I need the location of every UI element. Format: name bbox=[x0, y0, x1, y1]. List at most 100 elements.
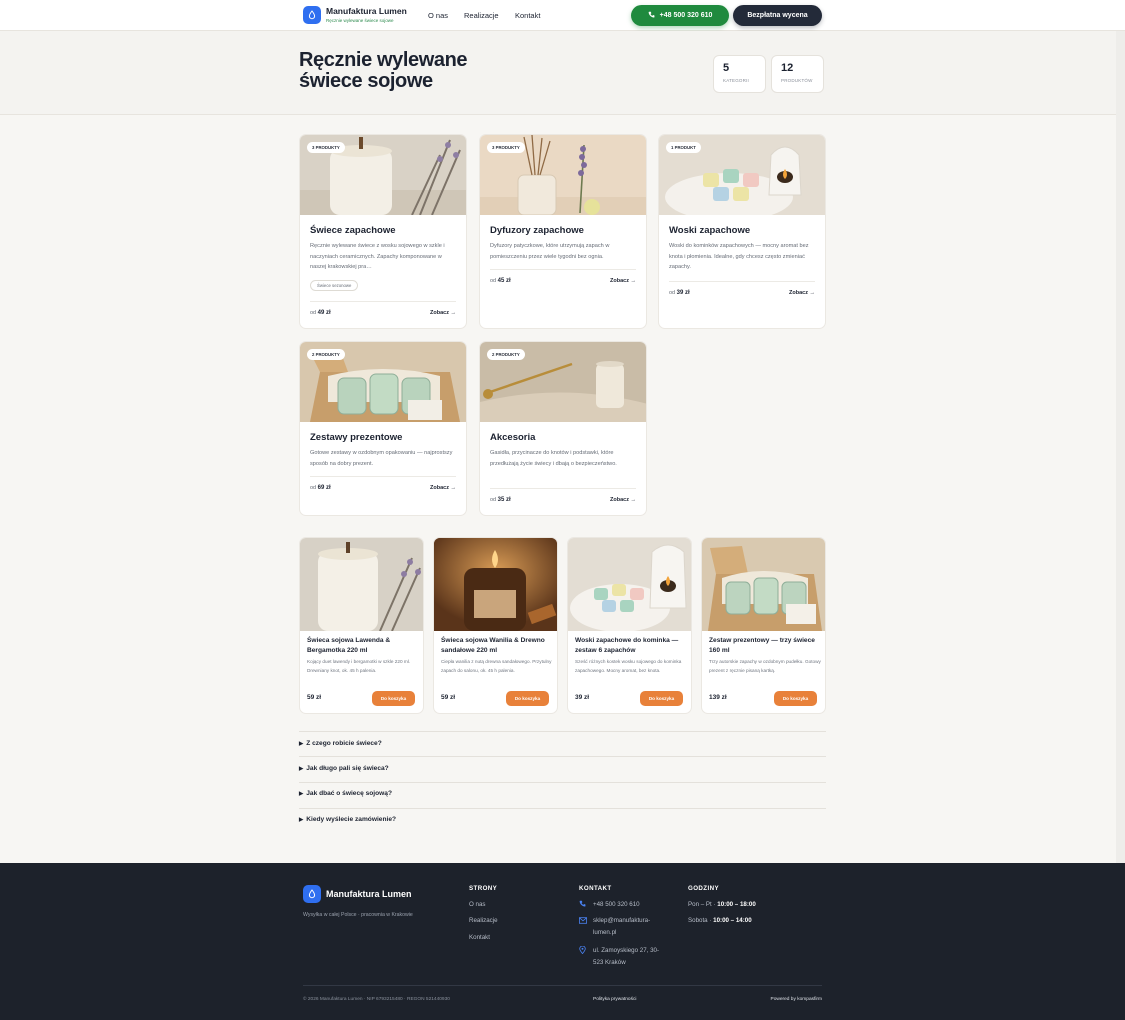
category-card-swiece-zapachowe[interactable]: 3 PRODUKTY Świece zapachowe Ręcznie wyle… bbox=[299, 134, 467, 329]
stat-label: KATEGORII bbox=[723, 78, 749, 83]
see-category-link[interactable]: Zobacz → bbox=[789, 290, 815, 296]
free-quote-button[interactable]: Bezpłatna wycena bbox=[733, 5, 822, 26]
category-price: od 45 zł bbox=[490, 278, 511, 284]
see-category-link[interactable]: Zobacz → bbox=[610, 497, 636, 503]
logo-icon[interactable] bbox=[303, 6, 321, 24]
stat-products: 12 PRODUKTÓW bbox=[771, 55, 824, 93]
phone-icon bbox=[579, 900, 586, 909]
nav-link-kontakt[interactable]: Kontakt bbox=[515, 11, 540, 20]
product-title[interactable]: Świeca sojowa Lawenda & Bergamotka 220 m… bbox=[307, 636, 419, 655]
phone-button[interactable]: +48 500 320 610 bbox=[631, 5, 729, 26]
product-price: 59 zł bbox=[307, 694, 322, 701]
see-category-link[interactable]: Zobacz → bbox=[610, 278, 636, 284]
price-value: 69 zł bbox=[317, 485, 331, 491]
page-title: Ręcznie wylewane świece sojowe bbox=[299, 49, 468, 92]
card-divider bbox=[310, 476, 456, 477]
brand-name[interactable]: Manufaktura Lumen bbox=[326, 6, 407, 16]
product-count-badge: 3 PRODUKTY bbox=[307, 142, 345, 153]
footer-heading-hours: GODZINY bbox=[688, 885, 719, 892]
card-divider bbox=[490, 488, 636, 489]
faq-question[interactable]: ▶ Jak długo pali się świeca? bbox=[299, 765, 389, 772]
faq-question-label: Jak długo pali się świeca? bbox=[306, 765, 389, 772]
faq-divider bbox=[299, 808, 826, 809]
see-category-link[interactable]: Zobacz → bbox=[430, 485, 456, 491]
brand-tagline: Ręcznie wylewane świece sojowe bbox=[326, 18, 394, 23]
category-card-akcesoria[interactable]: 2 PRODUKTY Akcesoria Gasidła, przycinacz… bbox=[479, 341, 647, 516]
hours-time: 10:00 – 14:00 bbox=[713, 917, 752, 924]
hours-days: Sobota · bbox=[688, 917, 712, 924]
caret-right-icon: ▶ bbox=[299, 817, 304, 823]
category-title: Woski zapachowe bbox=[669, 225, 751, 236]
product-price: 59 zł bbox=[441, 694, 456, 701]
category-title: Świece zapachowe bbox=[310, 225, 396, 236]
hours-time: 10:00 – 18:00 bbox=[717, 901, 756, 908]
product-title[interactable]: Świeca sojowa Wanilia & Drewno sandałowe… bbox=[441, 636, 553, 655]
footer-phone[interactable]: +48 500 320 610 bbox=[593, 901, 640, 908]
stat-value: 5 bbox=[723, 62, 730, 74]
subcategory-chip[interactable]: Świece sezonowe bbox=[310, 280, 359, 291]
add-to-cart-button[interactable]: Do koszyka bbox=[372, 691, 415, 706]
caret-right-icon: ▶ bbox=[299, 766, 304, 772]
footer-hours-saturday: Sobota · 10:00 – 14:00 bbox=[688, 917, 752, 924]
product-card[interactable]: Woski zapachowe do kominka — zestaw 6 za… bbox=[567, 537, 692, 714]
faq-question-label: Z czego robicie świece? bbox=[306, 740, 382, 747]
see-category-link[interactable]: Zobacz → bbox=[430, 310, 456, 316]
category-card-dyfuzory[interactable]: 3 PRODUKTY Dyfuzory zapachowe Dyfuzory p… bbox=[479, 134, 647, 329]
footer-link-realizacje[interactable]: Realizacje bbox=[469, 917, 498, 924]
faq-question[interactable]: ▶ Kiedy wyślecie zamówienie? bbox=[299, 816, 396, 823]
product-price: 39 zł bbox=[575, 694, 590, 701]
footer-email-line1[interactable]: sklep@manufaktura- bbox=[593, 917, 650, 924]
category-title: Akcesoria bbox=[490, 432, 536, 443]
faq-question-label: Kiedy wyślecie zamówienie? bbox=[306, 816, 397, 823]
category-price: od 69 zł bbox=[310, 485, 331, 491]
category-card-woski[interactable]: 1 PRODUKT Woski zapachowe Woski do komin… bbox=[658, 134, 826, 329]
product-image bbox=[434, 538, 557, 631]
product-title[interactable]: Woski zapachowe do kominka — zestaw 6 za… bbox=[575, 636, 687, 655]
product-image bbox=[568, 538, 691, 632]
privacy-policy-link[interactable]: Polityka prywatności bbox=[593, 997, 636, 1002]
powered-by-link[interactable]: Powered by kompasfirm bbox=[771, 997, 822, 1002]
category-description: Gasidła, przycinacze do knotów i podstaw… bbox=[490, 450, 617, 467]
product-price: 139 zł bbox=[709, 694, 727, 701]
category-card-zestawy[interactable]: 2 PRODUKTY Zestawy prezentowe Gotowe zes… bbox=[299, 341, 467, 516]
card-divider bbox=[490, 269, 636, 270]
hero-section bbox=[0, 31, 1125, 115]
page-side-strip bbox=[1116, 31, 1125, 863]
price-value: 49 zł bbox=[317, 310, 331, 316]
phone-button-label: +48 500 320 610 bbox=[659, 12, 713, 19]
faq-question[interactable]: ▶ Jak dbać o świecę sojową? bbox=[299, 790, 392, 797]
product-card[interactable]: Świeca sojowa Wanilia & Drewno sandałowe… bbox=[433, 537, 558, 714]
category-description: Woski do kominków zapachowych — mocny ar… bbox=[669, 243, 809, 270]
nav-link-o-nas[interactable]: O nas bbox=[428, 11, 448, 20]
product-count-badge: 1 PRODUKT bbox=[666, 142, 701, 153]
stat-categories: 5 KATEGORII bbox=[713, 55, 766, 93]
faq-question[interactable]: ▶ Z czego robicie świece? bbox=[299, 740, 382, 747]
price-prefix: od bbox=[310, 310, 317, 316]
footer-divider bbox=[303, 985, 822, 986]
add-to-cart-button[interactable]: Do koszyka bbox=[774, 691, 817, 706]
price-prefix: od bbox=[310, 485, 317, 491]
category-price: od 49 zł bbox=[310, 310, 331, 316]
footer-brand[interactable]: Manufaktura Lumen bbox=[326, 889, 412, 899]
stat-value: 12 bbox=[781, 62, 794, 74]
product-title[interactable]: Zestaw prezentowy — trzy świece 160 ml bbox=[709, 636, 821, 655]
footer-link-kontakt[interactable]: Kontakt bbox=[469, 934, 490, 941]
hours-days: Pon – Pt · bbox=[688, 901, 716, 908]
card-divider bbox=[669, 281, 815, 282]
add-to-cart-button[interactable]: Do koszyka bbox=[640, 691, 683, 706]
footer-address-line1: ul. Zamoyskiego 27, 30- bbox=[593, 947, 660, 954]
footer-email-line2[interactable]: lumen.pl bbox=[593, 929, 616, 936]
product-card[interactable]: Świeca sojowa Lawenda & Bergamotka 220 m… bbox=[299, 537, 424, 714]
footer-link-o-nas[interactable]: O nas bbox=[469, 901, 486, 908]
add-to-cart-button[interactable]: Do koszyka bbox=[506, 691, 549, 706]
product-description: Kojący duet lawendy i bergamotki w szkle… bbox=[307, 659, 411, 673]
product-count-badge: 2 PRODUKTY bbox=[487, 349, 525, 360]
product-card[interactable]: Zestaw prezentowy — trzy świece 160 ml T… bbox=[701, 537, 826, 714]
product-description: Sześć różnych kostek wosku sojowego do k… bbox=[575, 659, 682, 673]
price-value: 35 zł bbox=[497, 497, 511, 503]
footer-hours-weekdays: Pon – Pt · 10:00 – 18:00 bbox=[688, 901, 756, 908]
category-description: Dyfuzory patyczkowe, które utrzymują zap… bbox=[490, 243, 610, 260]
footer-logo-icon[interactable] bbox=[303, 885, 321, 903]
nav-link-realizacje[interactable]: Realizacje bbox=[464, 11, 499, 20]
price-value: 45 zł bbox=[497, 278, 511, 284]
